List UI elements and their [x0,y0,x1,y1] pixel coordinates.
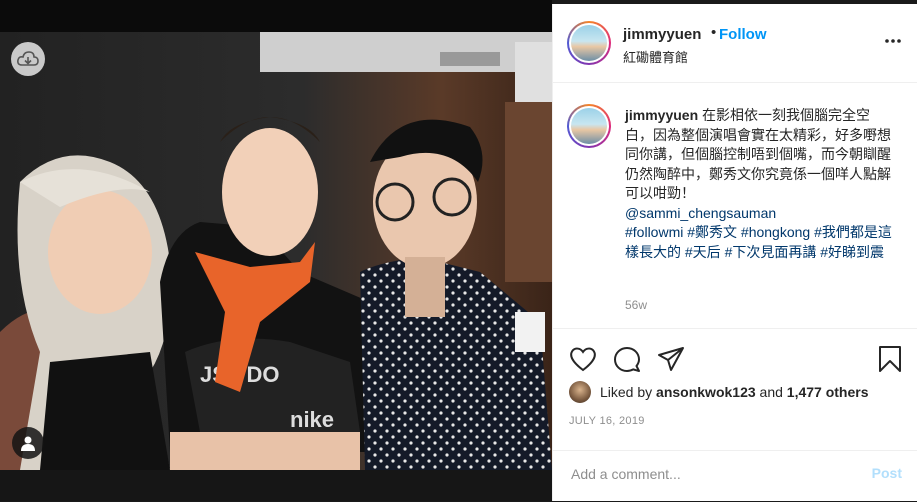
likes-prefix: Liked by [600,384,653,400]
photo-illustration: JST DO nike [0,32,552,470]
post-header: jimmyyuen • Follow 紅磡體育館 [553,4,917,83]
post-side-panel: jimmyyuen • Follow 紅磡體育館 jimmyyuen 在影相依一… [552,4,917,501]
caption-hashtags[interactable]: #followmi #鄭秀文 #hongkong #我們都是這樣長大的 #天后 … [625,224,892,260]
download-button[interactable] [11,42,45,76]
backdrop-top [0,0,552,32]
likes-others[interactable]: 1,477 others [787,384,869,400]
post-comment-button[interactable]: Post [872,465,902,481]
likes-summary: Liked by ansonkwok123 and 1,477 others [569,381,869,403]
share-icon[interactable] [657,346,685,372]
author-username[interactable]: jimmyyuen [623,26,701,43]
post-photo[interactable]: JST DO nike [0,32,552,470]
caption-timestamp[interactable]: 56w [625,298,647,312]
user-tags-button[interactable] [12,427,44,459]
cloud-download-icon [17,51,39,66]
caption-username[interactable]: jimmyyuen [625,107,698,123]
liker-avatar[interactable] [569,381,591,403]
post-location[interactable]: 紅磡體育館 [623,47,688,66]
caption-text: jimmyyuen 在影相依一刻我個腦完全空白，因為整個演唱會實在太精彩，好多嘢… [625,106,893,262]
backdrop-bottom [0,470,552,501]
caption-mention[interactable]: @sammi_chengsauman [625,205,776,221]
heart-icon[interactable] [569,346,597,372]
author-avatar[interactable] [567,21,611,65]
caption-avatar[interactable] [567,104,611,148]
more-icon[interactable] [884,38,902,44]
caption-section: jimmyyuen 在影相依一刻我個腦完全空白，因為整個演唱會實在太精彩，好多嘢… [553,82,917,328]
user-tag-icon [21,436,35,451]
liker-username[interactable]: ansonkwok123 [656,384,756,400]
post-date[interactable]: JULY 16, 2019 [569,415,645,427]
svg-text:nike: nike [290,407,334,432]
actions-section: Liked by ansonkwok123 and 1,477 others J… [553,328,917,449]
bookmark-icon[interactable] [878,345,902,373]
comment-box: Post [553,450,917,502]
comment-input[interactable] [569,465,843,483]
comment-icon[interactable] [613,346,641,374]
likes-middle: and [759,384,783,400]
follow-button[interactable]: Follow [719,26,767,43]
separator-dot: • [711,24,717,41]
